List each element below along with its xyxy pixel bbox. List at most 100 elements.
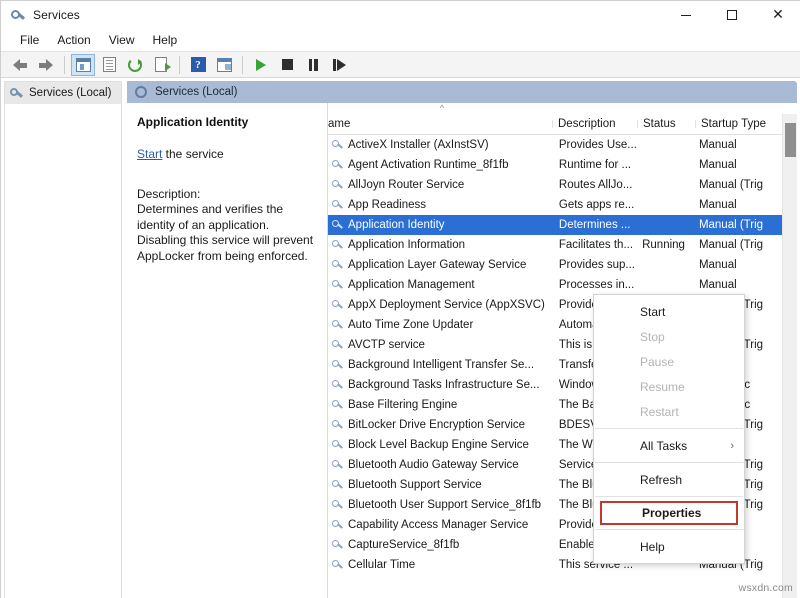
show-action-pane-button[interactable] [212,54,236,76]
properties-icon [103,57,116,72]
service-name-text: AppX Deployment Service (AppXSVC) [348,299,545,311]
menu-action[interactable]: Action [48,31,99,49]
service-name-heading: Application Identity [137,115,316,129]
cell-description: Runtime for ... [553,159,636,171]
service-name-text: Auto Time Zone Updater [348,319,473,331]
console-tree-pane: Services (Local) [4,81,122,598]
close-button[interactable]: ✕ [755,1,800,29]
service-gear-icon [332,439,344,452]
restart-service-button[interactable] [327,54,351,76]
cell-name: Application Layer Gateway Service [328,259,553,272]
back-button[interactable] [8,54,32,76]
context-menu-item-help[interactable]: Help [594,534,744,559]
service-gear-icon [332,279,344,292]
cell-startup-type: Manual (Trig [693,239,783,251]
service-gear-icon [332,219,344,232]
column-header-status[interactable]: Status [637,118,695,130]
stop-service-button[interactable] [275,54,299,76]
show-action-pane-icon [217,58,232,72]
cell-name: ActiveX Installer (AxInstSV) [328,139,553,152]
table-row[interactable]: Application IdentityDetermines ...Manual… [328,215,783,235]
cell-name: Background Intelligent Transfer Se... [328,359,553,372]
menu-bar: File Action View Help [1,29,800,51]
vertical-scrollbar[interactable] [782,114,797,598]
cell-name: AppX Deployment Service (AppXSVC) [328,299,553,312]
services-circle-icon [135,86,147,98]
service-name-text: Bluetooth Audio Gateway Service [348,459,519,471]
menu-file[interactable]: File [11,31,48,49]
start-service-button[interactable] [249,54,273,76]
column-header-startup-type[interactable]: Startup Type [695,118,785,130]
description-label: Description: [137,187,316,201]
cell-name: AllJoyn Router Service [328,179,553,192]
context-menu-item-properties[interactable]: Properties [600,501,738,525]
menu-help[interactable]: Help [144,31,187,49]
close-icon: ✕ [772,8,784,22]
table-row[interactable]: ActiveX Installer (AxInstSV)Provides Use… [328,135,783,155]
context-menu-separator [595,529,743,530]
column-header-name[interactable]: ame [327,118,552,130]
service-name-text: BitLocker Drive Encryption Service [348,419,525,431]
context-menu-item-all-tasks[interactable]: All Tasks› [594,433,744,458]
cell-name: CaptureService_8f1fb [328,539,553,552]
cell-startup-type: Manual [693,279,783,291]
service-name-text: Cellular Time [348,559,415,571]
service-gear-icon [332,339,344,352]
minimize-button[interactable] [663,1,709,29]
context-menu-item-label: Pause [640,355,674,369]
menu-view[interactable]: View [100,31,144,49]
service-name-text: Bluetooth Support Service [348,479,482,491]
table-row[interactable]: Application Layer Gateway Service Provide… [328,255,783,275]
help-button[interactable]: ? [186,54,210,76]
context-menu-item-label: Resume [640,380,685,394]
context-menu-item-refresh[interactable]: Refresh [594,467,744,492]
table-row[interactable]: App ReadinessGets apps re...Manual [328,195,783,215]
cell-name: Application Management [328,279,553,292]
table-row[interactable]: Application ManagementProcesses in...Man… [328,275,783,295]
service-name-text: Background Tasks Infrastructure Se... [348,379,540,391]
cell-name: Bluetooth Support Service [328,479,553,492]
context-menu-item-resume: Resume [594,374,744,399]
start-service-link[interactable]: Start [137,147,162,161]
context-menu-item-start[interactable]: Start [594,299,744,324]
table-row[interactable]: Application InformationFacilitates th...… [328,235,783,255]
show-hide-console-tree-button[interactable] [71,54,95,76]
tree-node-services-local[interactable]: Services (Local) [5,82,121,104]
context-menu-item-pause: Pause [594,349,744,374]
cell-name: Base Filtering Engine [328,399,553,412]
cell-description: Gets apps re... [553,199,636,211]
table-row[interactable]: Agent Activation Runtime_8f1fbRuntime fo… [328,155,783,175]
cell-description: Provides sup... [553,259,636,271]
forward-button[interactable] [34,54,58,76]
properties-button[interactable] [97,54,121,76]
pause-service-button[interactable] [301,54,325,76]
column-header-description[interactable]: Description [552,118,637,130]
cell-name: Cellular Time [328,559,553,572]
cell-description: Facilitates th... [553,239,636,251]
service-name-text: Application Layer Gateway Service [348,259,526,271]
cell-name: App Readiness [328,199,553,212]
context-menu-item-label: All Tasks [640,439,687,453]
context-menu-item-label: Stop [640,330,665,344]
table-row[interactable]: AllJoyn Router ServiceRoutes AllJo...Man… [328,175,783,195]
service-action-suffix: the service [162,147,223,161]
vertical-scrollbar-thumb[interactable] [785,123,796,157]
maximize-button[interactable] [709,1,755,29]
cell-description: Provides Use... [553,139,636,151]
export-list-icon [155,57,167,72]
help-icon: ? [191,57,206,72]
cell-name: Bluetooth User Support Service_8f1fb [328,499,553,512]
context-menu-item-restart: Restart [594,399,744,424]
service-action-line: Start the service [137,147,316,161]
context-menu-separator [595,462,743,463]
service-context-menu: Start Stop Pause Resume Restart All Tasks› Ref… [593,294,745,564]
cell-name: Background Tasks Infrastructure Se... [328,379,553,392]
minimize-icon [681,15,691,16]
context-menu-item-label: Refresh [640,473,682,487]
context-menu-item-label: Restart [640,405,679,419]
service-gear-icon [332,399,344,412]
export-list-button[interactable] [149,54,173,76]
refresh-button[interactable] [123,54,147,76]
service-gear-icon [332,539,344,552]
cell-status: Running [636,239,693,251]
